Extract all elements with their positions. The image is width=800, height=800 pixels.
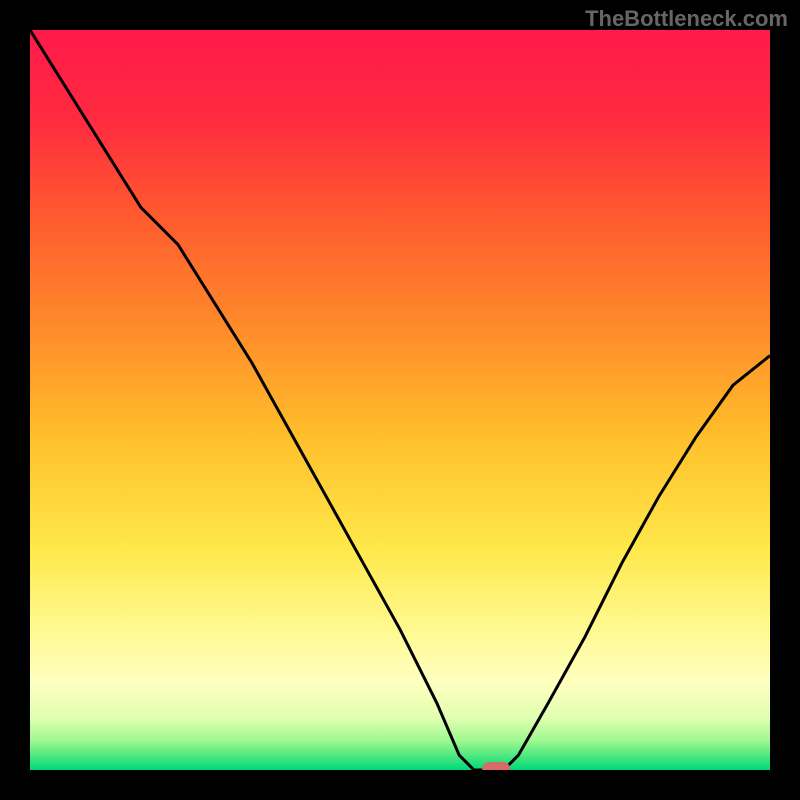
chart-svg xyxy=(30,30,770,770)
watermark-text: TheBottleneck.com xyxy=(585,6,788,32)
chart-plot-area xyxy=(30,30,770,770)
optimal-marker xyxy=(482,762,510,770)
chart-background xyxy=(30,30,770,770)
